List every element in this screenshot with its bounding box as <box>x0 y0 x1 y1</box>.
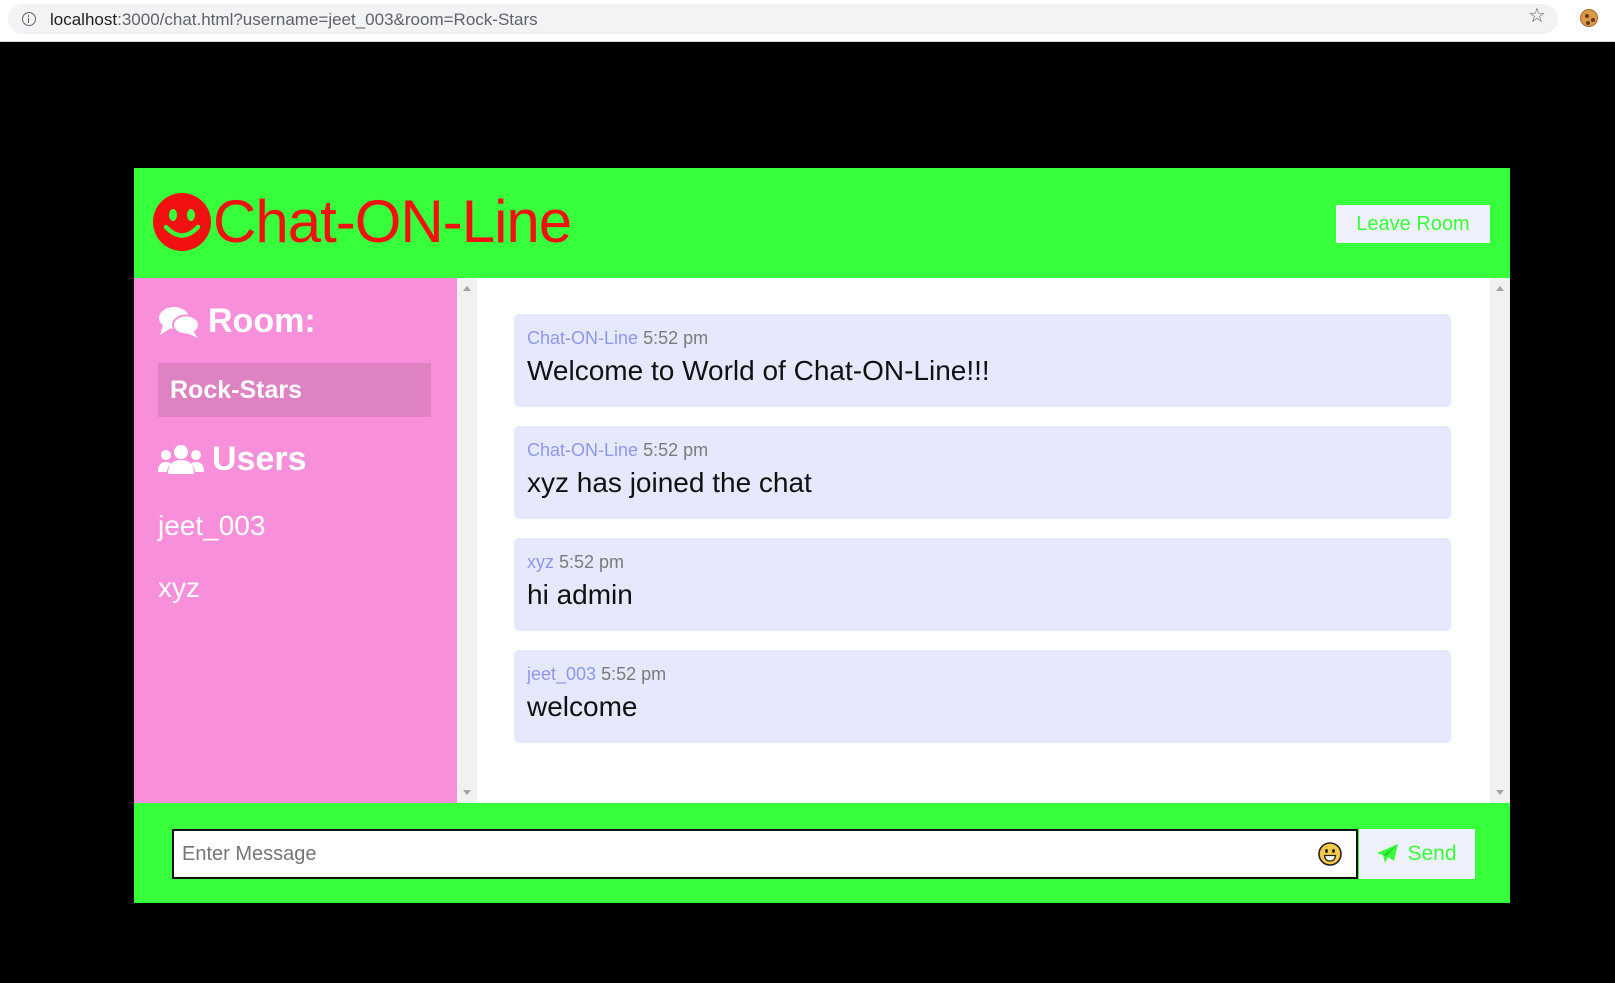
users-heading-label: Users <box>212 440 307 478</box>
room-name: Rock-Stars <box>158 363 431 417</box>
cookie-icon[interactable] <box>1580 9 1598 27</box>
address-bar[interactable]: localhost:3000/chat.html?username=jeet_0… <box>8 4 1558 34</box>
message: xyz 5:52 pm hi admin <box>514 538 1451 631</box>
message-text: hi admin <box>527 579 633 610</box>
message-text: Welcome to World of Chat-ON-Line!!! <box>527 355 990 386</box>
message-author: jeet_003 <box>527 664 597 684</box>
leave-room-button[interactable]: Leave Room <box>1336 205 1490 243</box>
send-button[interactable]: Send <box>1359 829 1475 879</box>
smile-icon <box>153 193 211 251</box>
user-list-item: xyz <box>158 572 200 603</box>
messages-scrollbar[interactable] <box>1490 278 1510 803</box>
scroll-up-arrow[interactable] <box>1496 286 1504 291</box>
users-heading: Users <box>158 440 307 479</box>
message: Chat-ON-Line 5:52 pm Welcome to World of… <box>514 314 1451 407</box>
sidebar-scrollbar[interactable] <box>457 278 477 803</box>
scroll-down-arrow[interactable] <box>1496 790 1504 795</box>
message-author: Chat-ON-Line <box>527 440 639 460</box>
message-time: 5:52 pm <box>559 552 625 572</box>
message-text: welcome <box>527 691 638 722</box>
url-text[interactable]: localhost:3000/chat.html?username=jeet_0… <box>50 10 538 30</box>
url-host: localhost <box>50 10 118 29</box>
paper-plane-icon <box>1377 844 1399 863</box>
comments-icon <box>159 306 200 338</box>
app-title: Chat-ON-Line <box>213 188 572 255</box>
chat-messages: Chat-ON-Line 5:52 pm Welcome to World of… <box>477 278 1490 803</box>
users-icon <box>158 444 204 474</box>
info-icon[interactable] <box>22 12 36 26</box>
scroll-up-arrow[interactable] <box>463 286 471 291</box>
emoji-icon[interactable] <box>1318 842 1342 866</box>
send-label: Send <box>1407 842 1457 865</box>
brand: Chat-ON-Line <box>152 188 572 255</box>
message-meta: xyz 5:52 pm <box>527 552 1438 573</box>
url-path: :3000/chat.html?username=jeet_003&room=R… <box>117 10 538 29</box>
message-time: 5:52 pm <box>601 664 667 684</box>
message-author: Chat-ON-Line <box>527 328 639 348</box>
message-time: 5:52 pm <box>643 328 709 348</box>
message-author: xyz <box>527 552 554 572</box>
star-icon[interactable]: ☆ <box>1528 6 1546 26</box>
user-list-item: jeet_003 <box>158 510 266 541</box>
room-heading: Room: <box>158 302 316 341</box>
message-time: 5:52 pm <box>643 440 709 460</box>
message: Chat-ON-Line 5:52 pm xyz has joined the … <box>514 426 1451 519</box>
chat-form-container: Send <box>134 803 1510 903</box>
message-meta: Chat-ON-Line 5:52 pm <box>527 328 1438 349</box>
message-text: xyz has joined the chat <box>527 467 812 498</box>
message-meta: jeet_003 5:52 pm <box>527 664 1438 685</box>
browser-toolbar: localhost:3000/chat.html?username=jeet_0… <box>0 0 1615 42</box>
message-input[interactable] <box>172 829 1358 879</box>
message-meta: Chat-ON-Line 5:52 pm <box>527 440 1438 461</box>
chat-sidebar: Room: Rock-Stars Users jeet_003 xyz <box>134 278 457 803</box>
scroll-down-arrow[interactable] <box>463 790 471 795</box>
chat-container: Chat-ON-Line Leave Room Room: Rock-Stars <box>134 168 1510 903</box>
message: jeet_003 5:52 pm welcome <box>514 650 1451 743</box>
chat-header: Chat-ON-Line Leave Room <box>134 168 1510 278</box>
room-heading-label: Room: <box>208 302 316 340</box>
